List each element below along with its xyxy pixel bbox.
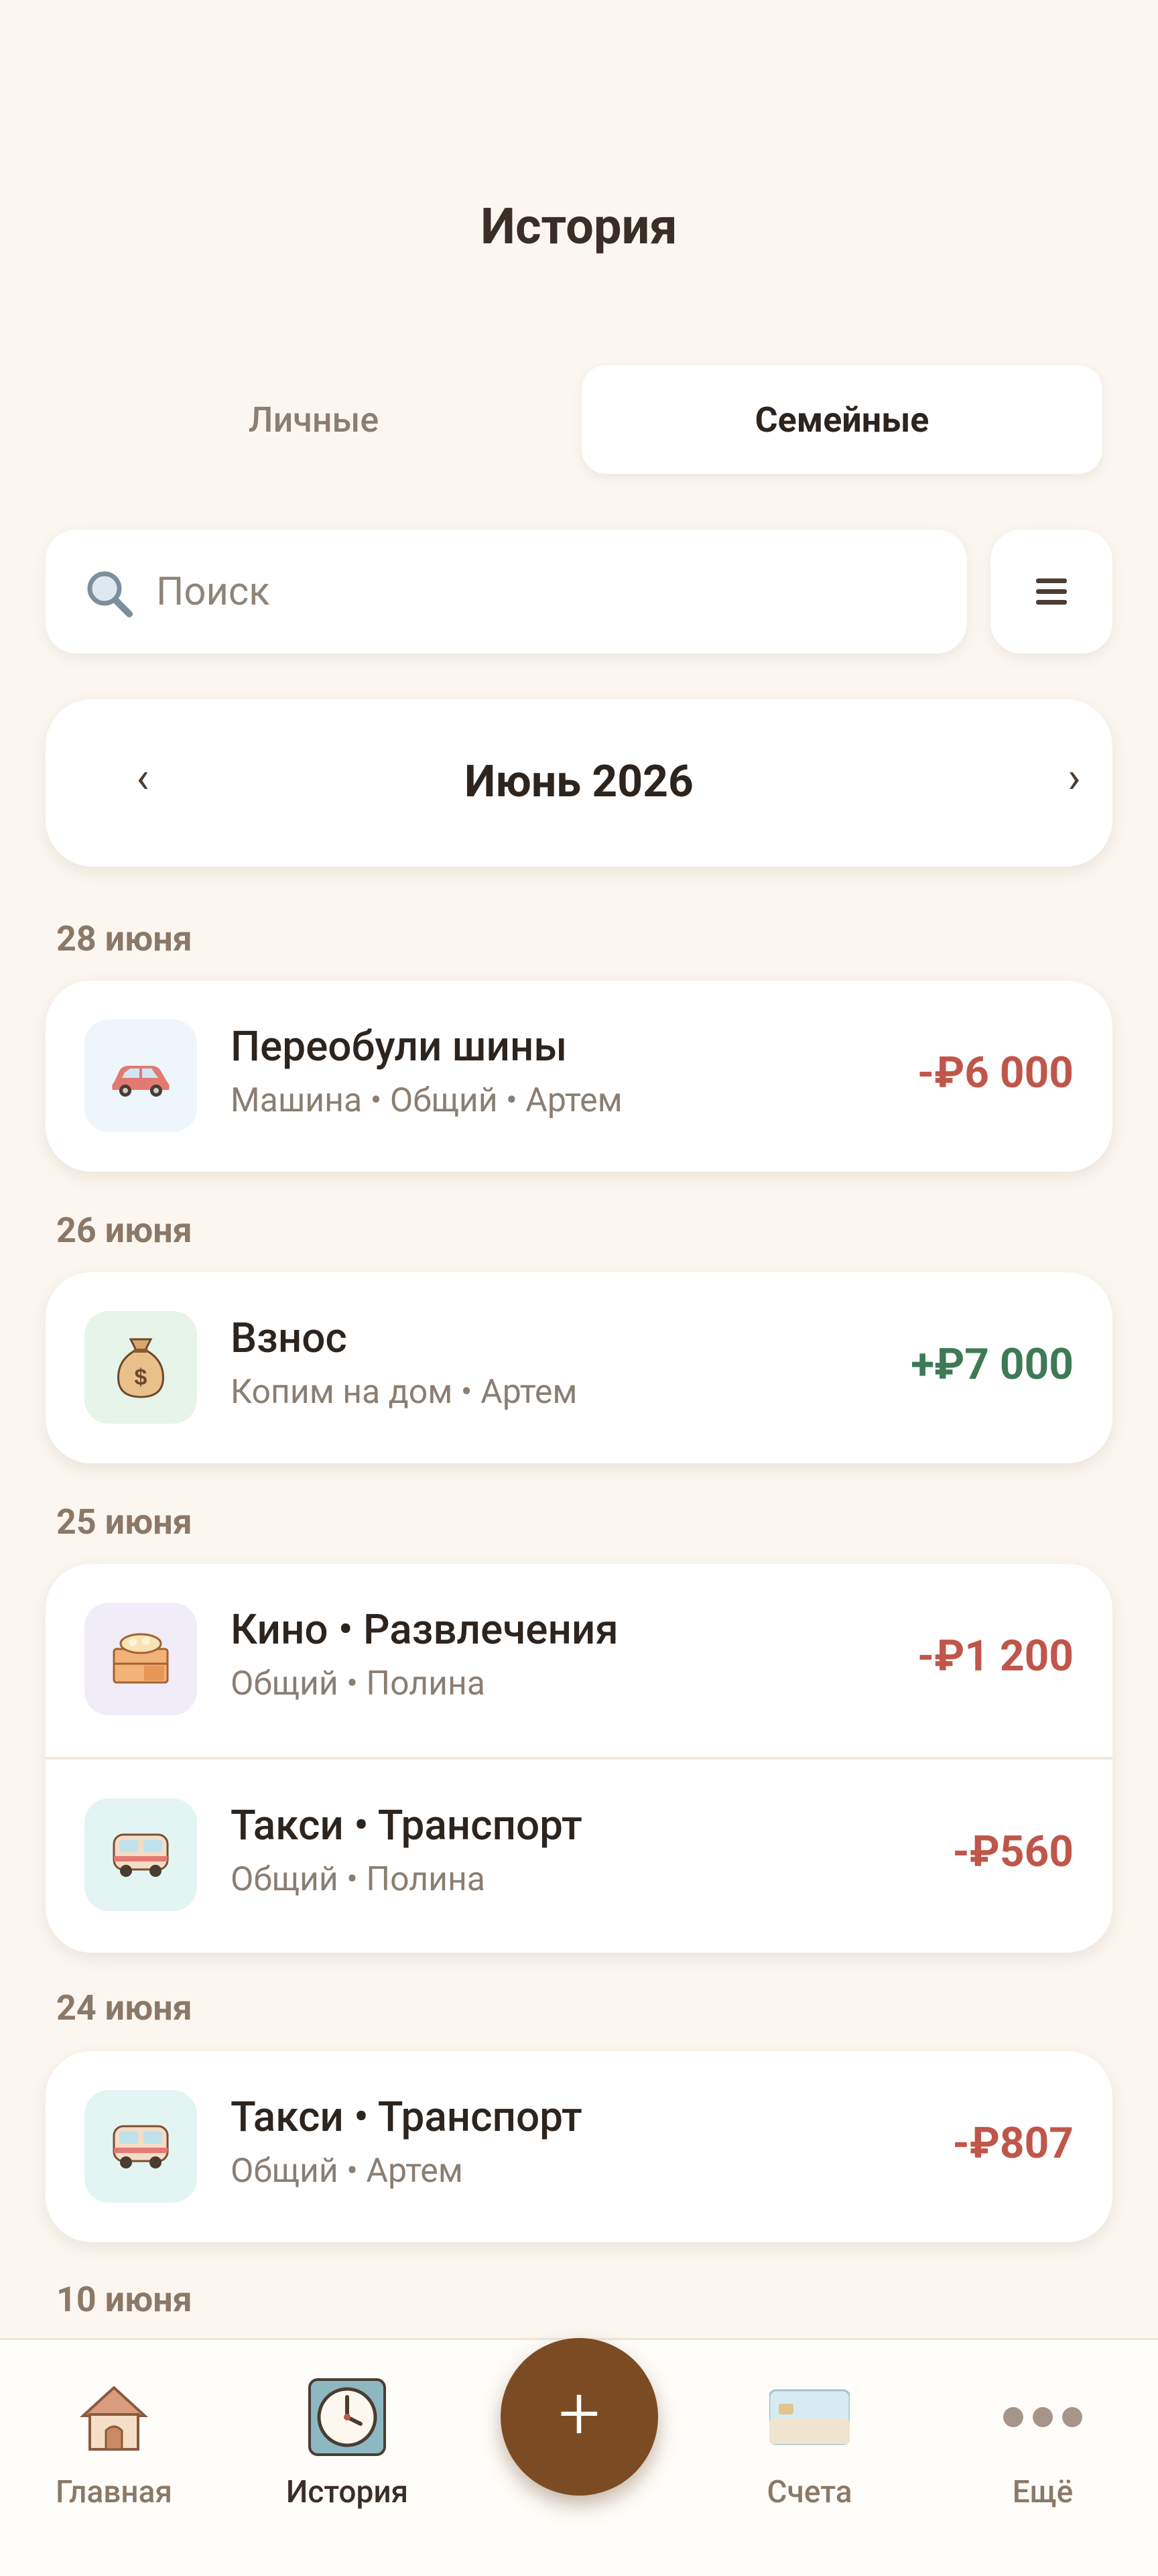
search-icon bbox=[87, 571, 133, 617]
date-header: 25 июня bbox=[56, 1501, 192, 1542]
transaction-card: Кино • Развлечения Общий • Полина -₽1 20… bbox=[46, 1564, 1112, 1953]
search-placeholder: Поиск bbox=[156, 568, 270, 615]
svg-text:$: $ bbox=[135, 1365, 147, 1390]
add-transaction-button[interactable]: + bbox=[501, 2338, 658, 2496]
nav-history-label: История bbox=[285, 2474, 409, 2510]
transaction-amount: +₽7 000 bbox=[911, 1339, 1074, 1390]
nav-more[interactable]: Ещё bbox=[956, 2340, 1130, 2541]
page-title: История bbox=[480, 198, 678, 256]
nav-home[interactable]: Главная bbox=[27, 2340, 201, 2541]
transaction-amount: -₽807 bbox=[952, 2118, 1074, 2168]
transaction-row[interactable]: $ Взнос Копим на дом • Артем +₽7 000 bbox=[46, 1272, 1112, 1463]
money-bag-icon: $ bbox=[84, 1311, 197, 1424]
transaction-card: Такси • Транспорт Общий • Артем -₽807 bbox=[46, 2051, 1112, 2242]
transaction-subtitle: Общий • Полина bbox=[231, 1664, 486, 1703]
nav-accounts[interactable]: Счета bbox=[722, 2340, 897, 2541]
next-month-button[interactable]: › bbox=[1044, 753, 1104, 803]
tab-personal[interactable]: Личные bbox=[46, 365, 582, 474]
transaction-card: Переобули шины Машина • Общий • Артем -₽… bbox=[46, 981, 1112, 1172]
transaction-subtitle: Общий • Полина bbox=[231, 1860, 486, 1899]
transaction-amount: -₽1 200 bbox=[917, 1631, 1074, 1681]
transaction-title: Взнос bbox=[231, 1314, 347, 1363]
date-header: 10 июня bbox=[56, 2279, 192, 2320]
date-header: 26 июня bbox=[56, 1210, 192, 1251]
month-label: Июнь 2026 bbox=[464, 756, 694, 808]
month-selector: ‹ Июнь 2026 › bbox=[46, 699, 1112, 867]
home-icon bbox=[79, 2386, 149, 2451]
transaction-amount: -₽6 000 bbox=[917, 1048, 1074, 1098]
transaction-subtitle: Машина • Общий • Артем bbox=[231, 1081, 623, 1120]
transaction-title: Такси • Транспорт bbox=[231, 2093, 582, 2142]
transaction-amount: -₽560 bbox=[952, 1827, 1074, 1877]
nav-history[interactable]: История bbox=[260, 2340, 434, 2541]
cinema-icon bbox=[84, 1603, 197, 1715]
segmented-control: Личные Семейные bbox=[46, 365, 1102, 476]
transaction-title: Кино • Развлечения bbox=[231, 1605, 619, 1654]
transaction-row[interactable]: Переобули шины Машина • Общий • Артем -₽… bbox=[46, 981, 1112, 1172]
transaction-subtitle: Общий • Артем bbox=[231, 2152, 463, 2191]
filter-button[interactable] bbox=[990, 530, 1112, 654]
more-icon bbox=[1003, 2377, 1083, 2457]
nav-home-label: Главная bbox=[55, 2474, 172, 2510]
transaction-row[interactable]: Кино • Развлечения Общий • Полина -₽1 20… bbox=[46, 1564, 1112, 1757]
bus-icon bbox=[84, 2090, 197, 2203]
card-icon bbox=[769, 2389, 850, 2445]
nav-accounts-label: Счета bbox=[767, 2474, 852, 2510]
clock-icon bbox=[308, 2378, 386, 2456]
transaction-row[interactable]: Такси • Транспорт Общий • Артем -₽807 bbox=[46, 2051, 1112, 2242]
transaction-title: Такси • Транспорт bbox=[231, 1801, 582, 1850]
nav-more-label: Ещё bbox=[1012, 2474, 1074, 2510]
transaction-row[interactable]: Такси • Транспорт Общий • Полина -₽560 bbox=[46, 1760, 1112, 1953]
date-header: 24 июня bbox=[56, 1987, 192, 2028]
tab-family[interactable]: Семейные bbox=[582, 365, 1102, 474]
menu-icon bbox=[1036, 572, 1067, 611]
date-header: 28 июня bbox=[56, 918, 192, 959]
transaction-card: $ Взнос Копим на дом • Артем +₽7 000 bbox=[46, 1272, 1112, 1463]
plus-icon: + bbox=[558, 2370, 600, 2457]
transaction-subtitle: Копим на дом • Артем bbox=[231, 1373, 578, 1412]
search-input[interactable]: Поиск bbox=[46, 530, 967, 654]
car-icon bbox=[84, 1020, 197, 1132]
transaction-title: Переобули шины bbox=[231, 1022, 568, 1071]
bus-icon bbox=[84, 1798, 197, 1911]
